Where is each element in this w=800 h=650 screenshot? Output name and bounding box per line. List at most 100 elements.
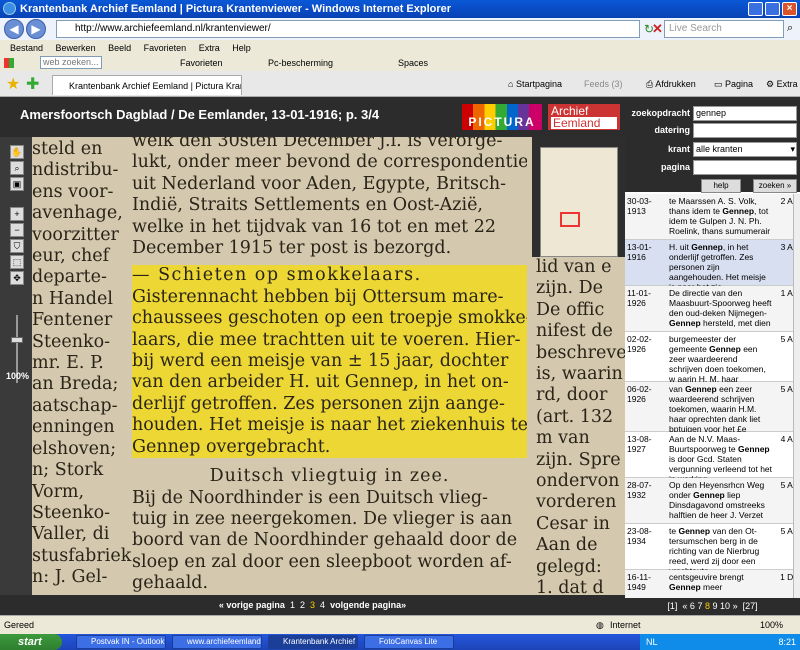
result-row[interactable]: 13-08-1927 Aan de N.V. Maas-Buurtspoorweg…: [625, 432, 800, 484]
prev-page-link[interactable]: « vorige pagina: [219, 600, 285, 610]
globe-icon: ◍: [596, 620, 604, 630]
results-first-page[interactable]: [1]: [667, 601, 677, 611]
menu-beeld[interactable]: Beeld: [108, 43, 131, 53]
menu-bestand[interactable]: Bestand: [10, 43, 43, 53]
results-last-page[interactable]: [27]: [743, 601, 758, 611]
next-page-link[interactable]: volgende pagina»: [330, 600, 406, 610]
pc-protection-link[interactable]: Pc-bescherming: [268, 55, 333, 71]
task-fotocanvas[interactable]: FotoCanvas Lite: [364, 635, 454, 649]
menu-extra[interactable]: Extra: [199, 43, 220, 53]
left_column-line: departe-: [32, 267, 107, 288]
task-krantenbank[interactable]: Krantenbank Archief ...: [268, 635, 358, 649]
result-row[interactable]: 28-07-1932 Op den Heyensrhcn Weg onder Ge…: [625, 478, 800, 524]
page-link-4[interactable]: 4: [320, 600, 325, 610]
page-input[interactable]: [693, 160, 797, 175]
left_column-line: n; Stork: [32, 460, 104, 481]
zoom-slider-handle[interactable]: [11, 337, 23, 343]
results-page-9[interactable]: 9: [713, 601, 718, 611]
right_column-line: (art. 132: [536, 406, 614, 427]
query-input[interactable]: gennep: [693, 106, 797, 121]
page-link-3[interactable]: 3: [310, 600, 315, 610]
results-page-7[interactable]: 7: [697, 601, 702, 611]
zoom-status[interactable]: 100%: [760, 616, 783, 634]
results-page-8[interactable]: 8: [705, 601, 710, 611]
menu-bewerken[interactable]: Bewerken: [56, 43, 96, 53]
result-date: 06-02-1926: [627, 384, 652, 404]
basket-icon[interactable]: ⛉: [10, 239, 24, 253]
fit-page-icon[interactable]: ▣: [10, 177, 24, 191]
results-prev[interactable]: «: [682, 601, 687, 611]
results-scrollbar[interactable]: [793, 194, 800, 598]
task-archiefeemland[interactable]: www.archiefeemland...: [172, 635, 262, 649]
start-button[interactable]: start: [0, 634, 62, 650]
windows-logo-icon: [4, 58, 14, 68]
page-link-1[interactable]: 1: [290, 600, 295, 610]
result-row[interactable]: 06-02-1926 van Gennep een zeer waardeeren…: [625, 382, 800, 434]
extra-menu-button[interactable]: ⚙ Extra: [766, 77, 798, 91]
left_column-line: elshoven;: [32, 438, 117, 459]
web-search-input[interactable]: web zoeken...: [40, 56, 102, 69]
result-row[interactable]: 11-01-1926 De directie van den Maasbuurt-…: [625, 286, 800, 332]
result-date: 30-03-1913: [627, 196, 652, 216]
forward-button[interactable]: ▶: [26, 19, 46, 39]
ie-logo-icon: [3, 2, 16, 15]
paper-select[interactable]: alle kranten ▾: [693, 142, 797, 157]
result-row[interactable]: 13-01-1916 H. uit Gennep, in het onderlij…: [625, 240, 800, 292]
favorites-star-icon[interactable]: ★: [6, 74, 20, 94]
date-input[interactable]: [693, 123, 797, 138]
thumbnail-viewport-box[interactable]: [560, 212, 580, 227]
menu-favorieten[interactable]: Favorieten: [144, 43, 187, 53]
minimize-button[interactable]: [748, 2, 763, 16]
task-outlook[interactable]: Postvak IN - Outlook ...: [76, 635, 166, 649]
feeds-button[interactable]: Feeds (3): [584, 77, 623, 91]
home-button[interactable]: ⌂ Startpagina: [508, 77, 562, 91]
article_top-line: lukt, onder meer bevond de correspondent…: [132, 152, 527, 173]
search-button[interactable]: zoeken »: [753, 179, 797, 193]
favorites-link[interactable]: Favorieten: [180, 55, 223, 71]
address-row: ◀ ▶ http://www.archiefeemland.nl/kranten…: [0, 18, 800, 40]
move-icon[interactable]: ✥: [10, 271, 24, 285]
zoom-in-icon[interactable]: +: [10, 207, 24, 221]
result-date: 13-08-1927: [627, 434, 652, 454]
right_column-line: Aan de: [536, 535, 598, 556]
spaces-link[interactable]: Spaces: [398, 55, 428, 71]
result-row[interactable]: 30-03-1913 te Maarssen A. S. Volk, thans …: [625, 194, 800, 240]
result-row[interactable]: 16-11-1949 centsgeuvire brengt Gennep mee…: [625, 570, 800, 598]
address-bar[interactable]: http://www.archiefeemland.nl/krantenview…: [56, 20, 640, 38]
results-page-6[interactable]: 6: [690, 601, 695, 611]
page-thumbnail[interactable]: [540, 147, 618, 257]
page-link-2[interactable]: 2: [300, 600, 305, 610]
result-row[interactable]: 02-02-1926 burgemeester der gemeente Genn…: [625, 332, 800, 394]
help-button[interactable]: help: [701, 179, 741, 193]
newspaper-page[interactable]: steld en ndistribu-ens voor-avenhage, voor…: [32, 137, 532, 595]
right_column-line: vorderen: [536, 492, 617, 513]
left_column-line: Steenko-: [32, 331, 111, 352]
article_top-line: December 1915 ter post is bezorgd.: [132, 238, 452, 259]
page-menu-button[interactable]: ▭ Pagina: [714, 77, 753, 91]
zoom-out-icon[interactable]: −: [10, 223, 24, 237]
tab-krantenbank[interactable]: Krantenbank Archief Eemland | Pictura Kr…: [52, 75, 242, 95]
stop-icon[interactable]: ✕: [652, 21, 663, 37]
maximize-button[interactable]: [765, 2, 780, 16]
results-page-10[interactable]: 10: [720, 601, 730, 611]
live-search-placeholder: Live Search: [669, 23, 722, 34]
left_column-line: aatschap-: [32, 395, 118, 416]
back-button[interactable]: ◀: [4, 19, 24, 39]
pan-hand-icon[interactable]: ✋: [10, 145, 24, 159]
article_highlight-line: — Schieten op smokkelaars.: [132, 265, 422, 286]
left_column-line: avenhage,: [32, 203, 123, 224]
select-icon[interactable]: ⬚: [10, 255, 24, 269]
logo-eemland-text: Eemland: [551, 117, 617, 129]
results-next[interactable]: »: [733, 601, 738, 611]
zoom-icon[interactable]: ⌕: [10, 161, 24, 175]
article_highlight-line: van den arbeider H. uit Gennep, in het o…: [132, 372, 509, 393]
search-icon[interactable]: ⌕: [787, 22, 793, 35]
language-indicator[interactable]: NL: [646, 634, 658, 650]
add-favorite-icon[interactable]: ✚: [26, 74, 39, 94]
print-button[interactable]: ⎙ Afdrukken: [646, 77, 696, 91]
menu-help[interactable]: Help: [232, 43, 251, 53]
article_top-line: Indië, Straits Settlements en Oost-Azië,: [132, 195, 483, 216]
live-search-input[interactable]: Live Search: [664, 20, 784, 38]
close-button[interactable]: ×: [782, 2, 797, 16]
result-row[interactable]: 23-08-1934 te Gennep van den Ot-tersumsch…: [625, 524, 800, 576]
